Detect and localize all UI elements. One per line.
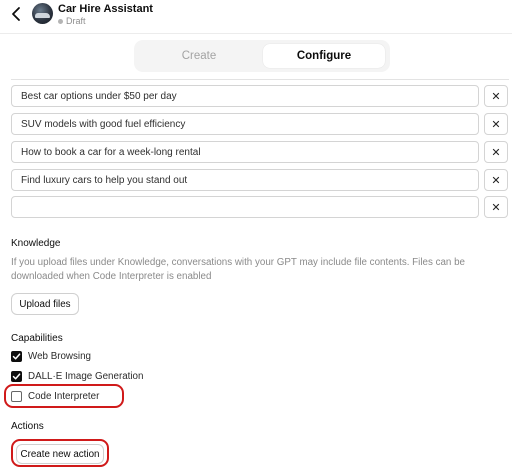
conversation-starter-input[interactable] xyxy=(11,196,479,218)
knowledge-heading: Knowledge xyxy=(11,238,61,249)
conversation-starter-input[interactable]: How to book a car for a week-long rental xyxy=(11,141,479,163)
mode-toggle: Create Configure xyxy=(134,40,390,72)
gpt-title: Car Hire Assistant xyxy=(58,3,153,15)
create-new-action-button[interactable]: Create new action xyxy=(16,444,104,464)
actions-heading: Actions xyxy=(11,421,44,432)
checkmark-icon xyxy=(12,352,21,359)
status-dot-icon xyxy=(58,18,63,24)
checkmark-icon xyxy=(12,372,21,379)
conversation-starter: How to book a car for a week-long rental… xyxy=(11,141,509,165)
conversation-starter: Best car options under $50 per day ✕ xyxy=(11,85,509,109)
web-browsing-checkbox[interactable] xyxy=(11,350,22,362)
knowledge-help-line: If you upload files under Knowledge, con… xyxy=(11,257,465,268)
remove-starter-button[interactable]: ✕ xyxy=(484,141,508,163)
capabilities-heading: Capabilities xyxy=(11,333,63,344)
conversation-starter-input[interactable]: SUV models with good fuel efficiency xyxy=(11,113,479,135)
capability-web-browsing: Web Browsing xyxy=(11,349,91,363)
remove-starter-button[interactable]: ✕ xyxy=(484,113,508,135)
dalle-checkbox[interactable] xyxy=(11,370,22,382)
conversation-starter: ✕ xyxy=(11,196,509,220)
capability-label: DALL·E Image Generation xyxy=(28,370,144,382)
upload-files-button[interactable]: Upload files xyxy=(11,293,79,315)
remove-starter-button[interactable]: ✕ xyxy=(484,169,508,191)
capability-label: Web Browsing xyxy=(28,350,91,362)
capability-code-interpreter: Code Interpreter xyxy=(11,389,99,403)
remove-starter-button[interactable]: ✕ xyxy=(484,85,508,107)
conversation-starter: SUV models with good fuel efficiency ✕ xyxy=(11,113,509,137)
knowledge-help-text: If you upload files under Knowledge, con… xyxy=(11,256,491,284)
gpt-avatar xyxy=(32,3,53,24)
conversation-starter-input[interactable]: Find luxury cars to help you stand out xyxy=(11,169,479,191)
tab-configure[interactable]: Configure xyxy=(263,44,385,68)
capability-dalle: DALL·E Image Generation xyxy=(11,369,143,383)
conversation-starter-input[interactable]: Best car options under $50 per day xyxy=(11,85,479,107)
status-text: Draft xyxy=(66,16,86,26)
back-arrow-icon[interactable] xyxy=(10,6,24,22)
code-interpreter-checkbox[interactable] xyxy=(11,390,22,402)
divider xyxy=(11,79,509,80)
status-label: Draft xyxy=(58,16,86,26)
tab-create[interactable]: Create xyxy=(138,44,260,68)
conversation-starter: Find luxury cars to help you stand out ✕ xyxy=(11,169,509,193)
header: Car Hire Assistant Draft xyxy=(0,0,512,34)
capability-label: Code Interpreter xyxy=(28,390,100,402)
knowledge-help-line: downloaded when Code Interpreter is enab… xyxy=(11,271,212,282)
remove-starter-button[interactable]: ✕ xyxy=(484,196,508,218)
